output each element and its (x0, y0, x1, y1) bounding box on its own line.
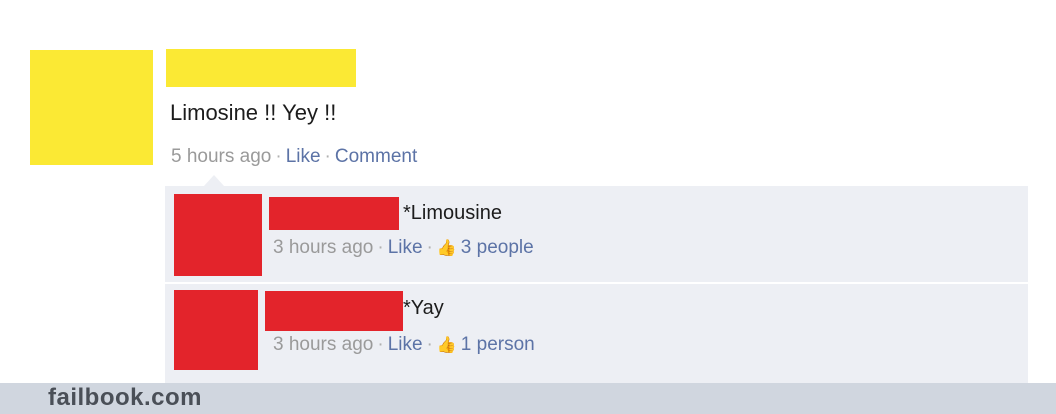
meta-separator: · (275, 146, 282, 167)
post-meta: 5 hours ago · Like · Comment (171, 146, 417, 168)
comment-timestamp[interactable]: 3 hours ago (273, 237, 373, 258)
comment-like-link[interactable]: Like (388, 334, 423, 355)
comment-divider (165, 282, 1028, 284)
comment-text: *Yay (403, 297, 444, 319)
meta-separator: · (426, 237, 433, 258)
comment-author-avatar[interactable] (174, 290, 258, 370)
meta-separator: · (324, 146, 331, 167)
meta-separator: · (377, 237, 384, 258)
thumbs-up-icon: 👍 (436, 337, 457, 354)
comment-author-avatar[interactable] (174, 194, 262, 276)
comment-author-name-redacted[interactable] (265, 291, 403, 331)
comment-meta: 3 hours ago · Like · 👍 1 person (273, 334, 535, 356)
post-author-avatar[interactable] (30, 50, 153, 165)
post-like-link[interactable]: Like (286, 146, 321, 167)
comment-like-count-label: 3 people (460, 237, 534, 258)
comment-timestamp[interactable]: 3 hours ago (273, 334, 373, 355)
post-comment-link[interactable]: Comment (335, 146, 417, 167)
watermark-text: failbook.com (48, 384, 203, 411)
post-timestamp[interactable]: 5 hours ago (171, 146, 271, 167)
comments-caret (204, 175, 224, 186)
post-text: Limosine !! Yey !! (170, 100, 337, 125)
comment-like-count[interactable]: 👍 1 person (437, 334, 535, 355)
meta-separator: · (426, 334, 433, 355)
comment-like-count-label: 1 person (460, 334, 535, 355)
thumbs-up-icon: 👍 (436, 240, 457, 257)
post-author-name-redacted[interactable] (166, 49, 356, 87)
comment-like-count[interactable]: 👍 3 people (437, 237, 534, 258)
feed-story: Limosine !! Yey !! 5 hours ago · Like · Comm… (0, 0, 1056, 414)
comment-meta: 3 hours ago · Like · 👍 3 people (273, 237, 534, 259)
meta-separator: · (377, 334, 384, 355)
comment-text: *Limousine (403, 202, 502, 224)
comment-like-link[interactable]: Like (388, 237, 423, 258)
comment-author-name-redacted[interactable] (269, 197, 399, 230)
